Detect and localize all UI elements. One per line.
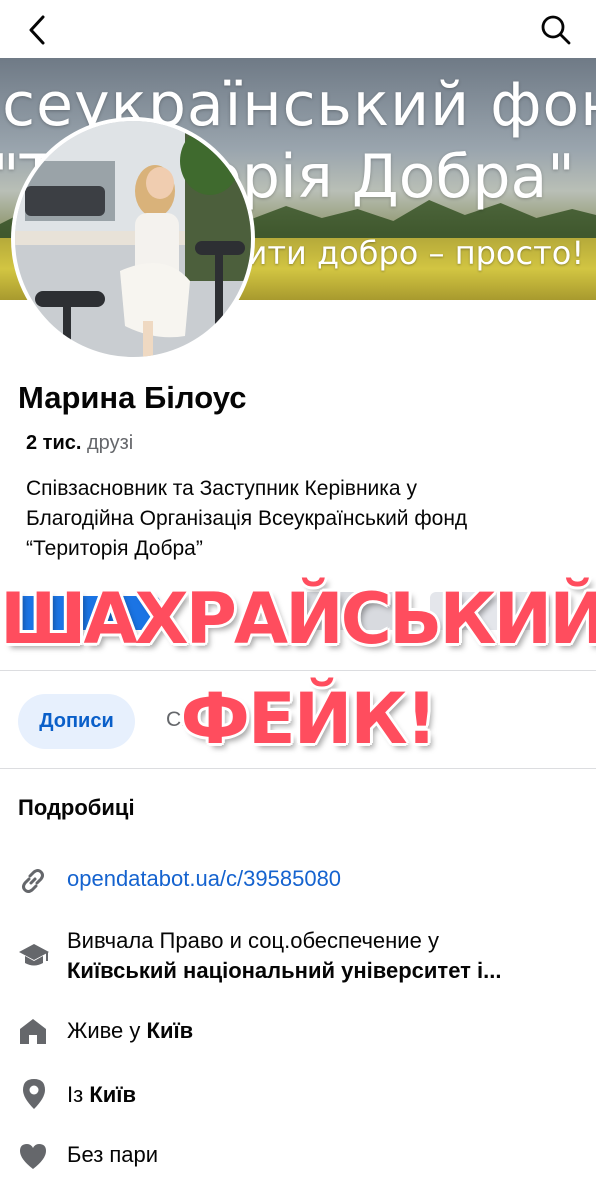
bio-line: Благодійна Організація Всеукраїнський фо… bbox=[26, 507, 468, 530]
from-city[interactable]: Київ bbox=[89, 1082, 136, 1107]
education-text: Вивчала Право и соц.обеспечение у bbox=[67, 928, 439, 953]
back-arrow-icon[interactable] bbox=[20, 12, 56, 48]
education-school[interactable]: Київський національний університет і... bbox=[67, 958, 501, 984]
location-pin-icon bbox=[20, 1078, 48, 1115]
top-bar bbox=[0, 0, 596, 58]
from-prefix: Із bbox=[67, 1082, 90, 1107]
search-icon[interactable] bbox=[536, 10, 576, 50]
graduation-cap-icon bbox=[18, 940, 50, 975]
profile-name: Марина Білоус bbox=[18, 380, 247, 415]
divider bbox=[0, 670, 596, 671]
profile-avatar[interactable] bbox=[11, 117, 255, 361]
details-heading: Подробиці bbox=[18, 795, 135, 820]
link-icon bbox=[18, 866, 48, 901]
lives-prefix: Живе у bbox=[67, 1018, 147, 1043]
bio-line: Співзасновник та Заступник Керівника у bbox=[26, 477, 417, 500]
website-link[interactable]: opendatabot.ua/c/39585080 bbox=[67, 866, 341, 892]
bio-line: “Територія Добра” bbox=[26, 537, 203, 560]
profile-bio: Співзасновник та Заступник Керівника у Б… bbox=[26, 474, 586, 564]
scam-warning-line1: ШАХРАЙСЬКИЙ bbox=[0, 578, 596, 660]
friends-label: друзі bbox=[87, 432, 134, 454]
lives-city[interactable]: Київ bbox=[147, 1018, 194, 1043]
avatar-photo bbox=[15, 121, 251, 357]
friends-number: 2 тис. bbox=[26, 432, 82, 454]
relationship-status: Без пари bbox=[67, 1142, 159, 1167]
friends-count[interactable]: 2 тис. друзі bbox=[26, 432, 133, 455]
heart-icon bbox=[18, 1142, 48, 1175]
divider bbox=[0, 768, 596, 769]
scam-warning-line2: ФЕЙК! bbox=[180, 678, 438, 760]
home-icon bbox=[18, 1016, 48, 1051]
